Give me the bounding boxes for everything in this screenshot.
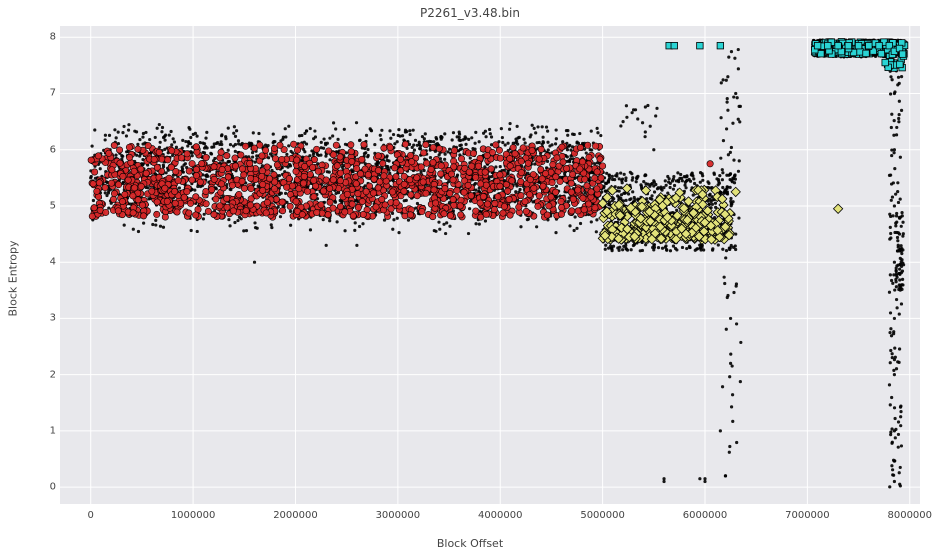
x-tick-label: 7000000 (785, 510, 830, 521)
y-tick-label: 7 (6, 88, 56, 99)
x-tick-label: 0 (88, 510, 94, 521)
y-tick-label: 5 (6, 200, 56, 211)
y-tick-label: 0 (6, 482, 56, 493)
x-axis-label: Block Offset (0, 537, 940, 550)
y-tick-label: 8 (6, 32, 56, 43)
figure: P2261_v3.48.bin Block Entropy Block Offs… (0, 0, 940, 556)
x-tick-label: 4000000 (478, 510, 523, 521)
chart-title: P2261_v3.48.bin (0, 6, 940, 20)
y-axis-label: Block Entropy (7, 240, 20, 316)
y-tick-label: 3 (6, 313, 56, 324)
y-axis-label-container: Block Entropy (6, 0, 20, 556)
x-tick-label: 3000000 (376, 510, 421, 521)
scatter-plot-svg (60, 26, 920, 504)
x-tick-label: 8000000 (887, 510, 932, 521)
y-tick-label: 1 (6, 425, 56, 436)
x-tick-label: 5000000 (580, 510, 625, 521)
x-tick-label: 1000000 (171, 510, 216, 521)
x-tick-label: 6000000 (683, 510, 728, 521)
plot-area (60, 26, 920, 504)
y-tick-label: 4 (6, 257, 56, 268)
x-tick-label: 2000000 (273, 510, 318, 521)
y-tick-label: 6 (6, 144, 56, 155)
y-tick-label: 2 (6, 369, 56, 380)
